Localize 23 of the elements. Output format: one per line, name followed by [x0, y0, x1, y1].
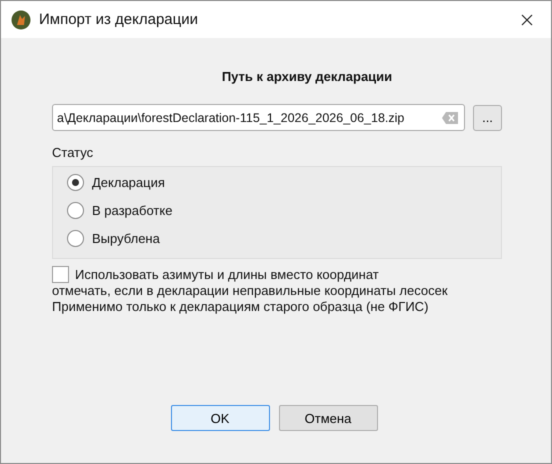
- window-title: Импорт из декларации: [39, 11, 199, 28]
- ok-button[interactable]: OK: [170, 405, 270, 431]
- radio-option[interactable]: Вырублена: [67, 229, 501, 248]
- radio-option[interactable]: Декларация: [67, 173, 501, 192]
- cancel-button[interactable]: Отмена: [278, 405, 378, 431]
- app-logo-icon: [11, 10, 31, 30]
- status-label: Статус: [52, 145, 94, 162]
- checkbox-label[interactable]: Использовать азимуты и длины вместо координат: [75, 267, 379, 282]
- section-heading: Путь к архиву декларации: [220, 69, 394, 86]
- radio-button[interactable]: [67, 202, 84, 219]
- browse-button[interactable]: ...: [473, 104, 502, 130]
- clear-icon[interactable]: [442, 112, 458, 124]
- hint-text: отмечать, если в декларации неправильные координаты лесосек: [52, 283, 449, 299]
- close-icon[interactable]: [521, 14, 533, 26]
- checkbox[interactable]: [52, 266, 69, 283]
- path-field[interactable]: а\Декларации\forestDeclaration-115_1_2026_2026_06_18.zip: [52, 104, 465, 131]
- radio-label[interactable]: Вырублена: [92, 231, 160, 246]
- hint-text: Применимо только к декларациям старого образца (не ФГИС): [52, 299, 430, 315]
- radio-label[interactable]: В разработке: [92, 203, 172, 218]
- radio-button[interactable]: [67, 230, 84, 247]
- radio-option[interactable]: В разработке: [67, 201, 501, 220]
- radio-button[interactable]: [67, 174, 84, 191]
- radio-label[interactable]: Декларация: [92, 175, 165, 190]
